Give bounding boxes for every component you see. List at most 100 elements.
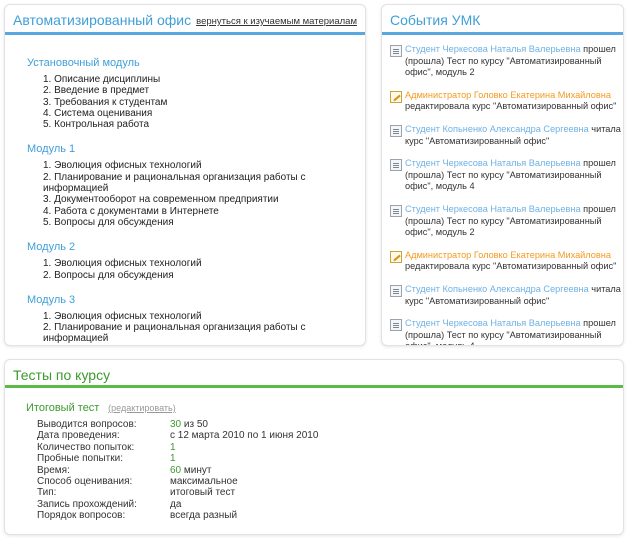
module-topic[interactable]: 4. Работа с документами в Интернете: [43, 206, 365, 217]
tests-panel-header: Тесты по курсу: [5, 360, 623, 388]
module-section: Модуль 1 1. Эволюция офисных технологий 2.…: [27, 143, 365, 228]
property-value: 1: [170, 442, 400, 453]
document-icon: [390, 159, 402, 172]
document-icon: [390, 124, 402, 137]
property-number: 1: [170, 441, 176, 453]
property-number: 60: [170, 464, 182, 476]
module-title[interactable]: Модуль 2: [27, 241, 365, 253]
module-topic[interactable]: 4. Система оценивания: [43, 108, 365, 119]
event-list: Студент Черкесова Наталья Валерьевна про…: [382, 35, 623, 345]
event-item: Администратор Головко Екатерина Михайлов…: [390, 250, 623, 273]
event-text: Студент Черкесова Наталья Валерьевна про…: [405, 318, 621, 345]
property-label: Выводится вопросов:: [37, 419, 137, 430]
edit-icon: [390, 250, 402, 263]
property-value: всегда разный: [170, 510, 400, 521]
event-actor-link[interactable]: Студент Копьненко Александра Сергеевна: [405, 124, 589, 134]
property-value: 60 минут: [170, 465, 400, 476]
event-item: Администратор Головко Екатерина Михайлов…: [390, 90, 623, 113]
module-topic[interactable]: 1. Эволюция офисных технологий: [43, 258, 365, 269]
event-item: Студент Копьненко Александра Сергеевна ч…: [390, 284, 623, 307]
event-item: Студент Черкесова Наталья Валерьевна про…: [390, 158, 623, 193]
module-title[interactable]: Модуль 3: [27, 294, 365, 306]
edit-icon: [390, 90, 402, 103]
property-label: Пробные попытки:: [37, 453, 123, 465]
events-title: События УМК: [390, 12, 481, 28]
module-topic[interactable]: 2. Планирование и рациональная организац…: [43, 172, 365, 195]
event-description: редактировала курс "Автоматизированный о…: [405, 101, 617, 112]
event-item: Студент Черкесова Наталья Валерьевна про…: [390, 44, 623, 79]
module-section: Модуль 2 1. Эволюция офисных технологий 2.…: [27, 241, 365, 281]
event-actor-link[interactable]: Студент Черкесова Наталья Валерьевна: [405, 158, 581, 168]
property-number: 1: [170, 453, 176, 465]
property-text: итоговый тест: [170, 487, 236, 499]
module-topic[interactable]: 3. Документооборот на современном предпр…: [43, 345, 365, 346]
property-value: максимальное: [170, 476, 400, 487]
test-details: Итоговый тест (редактировать) Выводится …: [5, 388, 623, 522]
module-title[interactable]: Установочный модуль: [27, 57, 365, 69]
back-to-materials-link[interactable]: вернуться к изучаемым материалам: [196, 16, 357, 27]
property-label: Время:: [37, 464, 70, 476]
event-actor-link[interactable]: Студент Черкесова Наталья Валерьевна: [405, 44, 581, 54]
event-description: редактировала курс "Автоматизированный о…: [405, 261, 617, 272]
document-icon: [390, 319, 402, 332]
event-item: Студент Копьненко Александра Сергеевна ч…: [390, 124, 623, 147]
module-topic[interactable]: 3. Документооборот на современном предпр…: [43, 194, 365, 205]
event-text: Администратор Головко Екатерина Михайлов…: [405, 250, 621, 273]
event-text: Студент Черкесова Наталья Валерьевна про…: [405, 44, 621, 79]
office-panel: Автоматизированный офис вернуться к изуч…: [4, 4, 366, 346]
document-icon: [390, 284, 402, 297]
test-heading: Итоговый тест (редактировать): [26, 402, 623, 414]
property-text: да: [170, 498, 182, 510]
property-label: Запись прохождений:: [37, 498, 137, 510]
event-actor-link[interactable]: Студент Черкесова Наталья Валерьевна: [405, 318, 581, 328]
property-text: максимальное: [170, 476, 238, 488]
event-actor-link[interactable]: Студент Черкесова Наталья Валерьевна: [405, 204, 581, 214]
property-value: 1: [170, 453, 400, 464]
module-topic[interactable]: 1. Эволюция офисных технологий: [43, 311, 365, 322]
module-section: Модуль 3 1. Эволюция офисных технологий 2.…: [27, 294, 365, 346]
edit-test-link[interactable]: (редактировать): [108, 403, 176, 413]
office-panel-header: Автоматизированный офис вернуться к изуч…: [5, 5, 365, 35]
event-item: Студент Черкесова Наталья Валерьевна про…: [390, 204, 623, 239]
module-topic-list: 1. Эволюция офисных технологий 2. Планиро…: [27, 160, 365, 228]
property-text: из 50: [181, 419, 208, 430]
module-list: Установочный модуль 1. Описание дисциплин…: [5, 35, 365, 346]
property-label: Порядок вопросов:: [37, 510, 126, 522]
property-label: Способ оценивания:: [37, 476, 133, 488]
property-value: с 12 марта 2010 по 1 июня 2010: [170, 430, 400, 441]
property-label: Количество попыток:: [37, 441, 135, 453]
module-topic[interactable]: 2. Планирование и рациональная организац…: [43, 322, 365, 345]
office-title: Автоматизированный офис: [13, 12, 192, 28]
module-section: Установочный модуль 1. Описание дисциплин…: [27, 57, 365, 130]
document-icon: [390, 204, 402, 217]
tests-panel: Тесты по курсу Итоговый тест (редактиров…: [4, 359, 624, 535]
tests-title: Тесты по курсу: [13, 367, 111, 383]
property-text: минут: [181, 464, 212, 476]
module-title[interactable]: Модуль 1: [27, 143, 365, 155]
event-actor-link[interactable]: Студент Копьненко Александра Сергеевна: [405, 284, 589, 294]
property-number: 30: [170, 419, 182, 430]
event-item: Студент Черкесова Наталья Валерьевна про…: [390, 318, 623, 345]
property-text: с 12 марта 2010 по 1 июня 2010: [170, 430, 319, 442]
property-label: Тип:: [37, 487, 57, 499]
event-actor-link[interactable]: Администратор Головко Екатерина Михайлов…: [405, 90, 611, 100]
module-topic-list: 1. Эволюция офисных технологий 2. Планиро…: [27, 311, 365, 346]
module-topic[interactable]: 5. Вопросы для обсуждения: [43, 217, 365, 228]
property-value: да: [170, 499, 400, 510]
event-text: Студент Черкесова Наталья Валерьевна про…: [405, 204, 621, 239]
events-panel: События УМК Студент Черкесова Наталья Ва…: [381, 4, 624, 346]
event-text: Студент Копьненко Александра Сергеевна ч…: [405, 124, 621, 147]
test-name: Итоговый тест: [26, 402, 100, 414]
event-actor-link[interactable]: Администратор Головко Екатерина Михайлов…: [405, 250, 611, 260]
event-text: Студент Черкесова Наталья Валерьевна про…: [405, 158, 621, 193]
module-topic[interactable]: 3. Требования к студентам: [43, 97, 365, 108]
module-topic[interactable]: 2. Введение в предмет: [43, 85, 365, 96]
module-topic[interactable]: 1. Описание дисциплины: [43, 74, 365, 85]
property-value: 30 из 50: [170, 419, 400, 430]
events-panel-header: События УМК: [382, 5, 623, 35]
module-topic[interactable]: 2. Вопросы для обсуждения: [43, 270, 365, 281]
event-text: Студент Копьненко Александра Сергеевна ч…: [405, 284, 621, 307]
module-topic[interactable]: 1. Эволюция офисных технологий: [43, 160, 365, 171]
module-topic[interactable]: 5. Контрольная работа: [43, 119, 365, 130]
module-topic-list: 1. Эволюция офисных технологий 2. Вопросы…: [27, 258, 365, 281]
